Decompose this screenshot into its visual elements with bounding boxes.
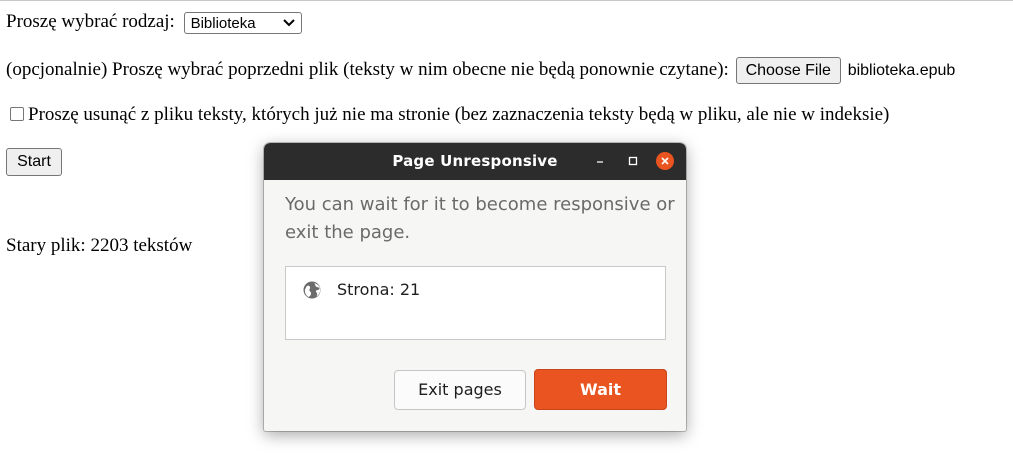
- remove-texts-label: Proszę usunąć z pliku teksty, których ju…: [28, 104, 890, 125]
- remove-texts-row: Proszę usunąć z pliku teksty, których ju…: [6, 104, 889, 126]
- type-row: Proszę wybrać rodzaj: Biblioteka: [6, 11, 302, 34]
- minimize-icon[interactable]: [591, 152, 609, 170]
- globe-icon: [302, 280, 322, 300]
- old-file-status: Stary plik: 2203 tekstów: [6, 235, 193, 256]
- chevron-down-icon: [282, 13, 295, 38]
- choose-file-button[interactable]: Choose File: [735, 57, 841, 84]
- unresponsive-pages-list: Strona: 21: [285, 266, 666, 340]
- previous-file-row: (opcjonalnie) Proszę wybrać poprzedni pl…: [6, 57, 955, 84]
- previous-file-label: (opcjonalnie) Proszę wybrać poprzedni pl…: [6, 58, 729, 80]
- chosen-file-name: biblioteka.epub: [847, 61, 956, 79]
- remove-texts-checkbox[interactable]: [10, 107, 24, 121]
- dialog-titlebar[interactable]: Page Unresponsive: [264, 143, 686, 180]
- wait-button[interactable]: Wait: [534, 369, 667, 410]
- exit-pages-button[interactable]: Exit pages: [394, 370, 526, 410]
- top-divider: [0, 0, 1013, 1]
- page-unresponsive-dialog: Page Unresponsive You can wait for it to…: [264, 143, 686, 431]
- type-label: Proszę wybrać rodzaj:: [6, 11, 175, 32]
- page-label: Strona: 21: [337, 280, 421, 299]
- close-icon[interactable]: [656, 152, 674, 170]
- type-select[interactable]: Biblioteka: [183, 11, 302, 34]
- start-button[interactable]: Start: [6, 148, 62, 176]
- type-select-value: Biblioteka: [190, 14, 256, 32]
- maximize-icon[interactable]: [624, 152, 642, 170]
- dialog-title: Page Unresponsive: [392, 152, 558, 170]
- dialog-message: You can wait for it to become responsive…: [285, 194, 675, 243]
